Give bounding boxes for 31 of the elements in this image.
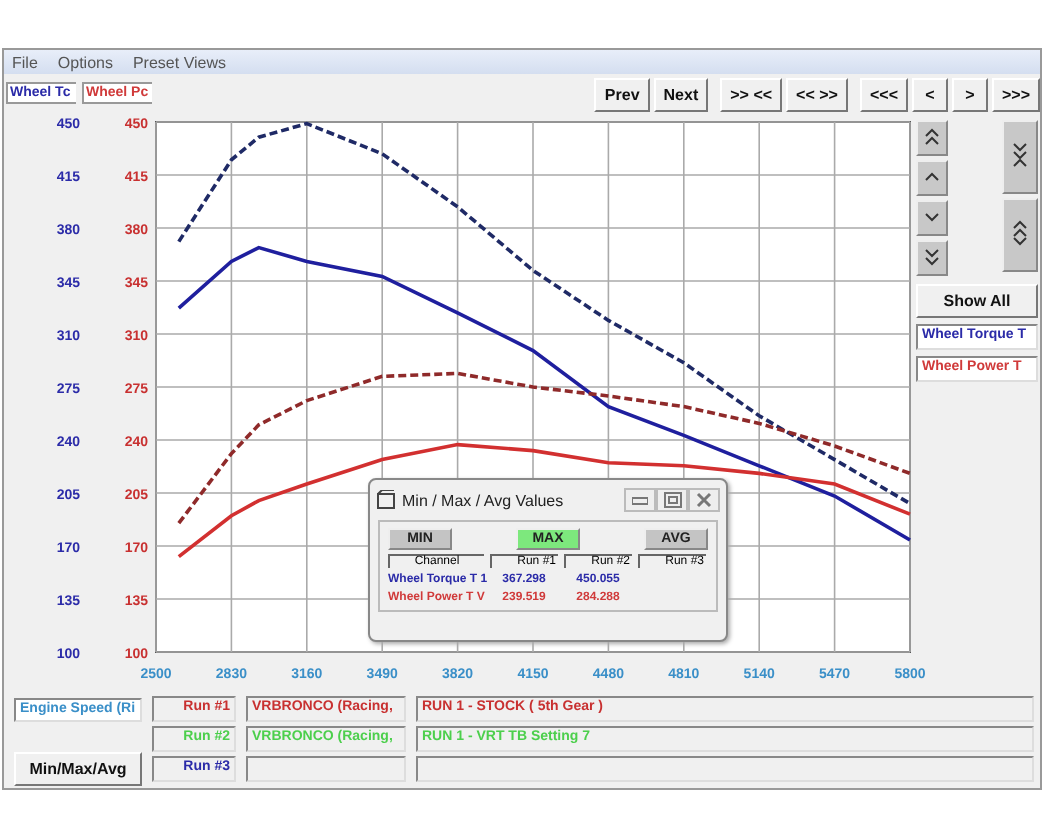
menu-item[interactable]: Options <box>57 53 113 71</box>
window-icon <box>376 490 396 510</box>
run-title-field[interactable] <box>416 756 1034 782</box>
chevron-icon <box>924 209 940 227</box>
zoom-button[interactable] <box>1002 198 1038 272</box>
min-max-avg-button[interactable]: Min/Max/Avg <box>14 752 142 786</box>
menu-item[interactable]: Preset Views <box>132 53 227 71</box>
menu-item[interactable]: File <box>12 53 38 71</box>
zoom-button[interactable] <box>1002 120 1038 194</box>
nav-button[interactable]: << >> <box>786 77 848 111</box>
vehicle-field[interactable] <box>246 756 406 782</box>
close-button[interactable] <box>688 488 720 512</box>
scroll-button[interactable] <box>916 240 948 276</box>
dialog-title: Min / Max / Avg Values <box>402 491 564 509</box>
nav-button[interactable]: Prev <box>594 77 650 111</box>
nav-button[interactable]: >>> <box>991 77 1040 111</box>
nav-button[interactable]: >> << <box>720 77 783 111</box>
minimize-button[interactable] <box>624 488 656 512</box>
maximize-icon <box>663 492 681 508</box>
scroll-button[interactable] <box>916 200 948 236</box>
minimize-icon <box>632 494 648 506</box>
scroll-button[interactable] <box>916 120 948 156</box>
nav-button[interactable]: < <box>911 77 948 111</box>
show-all-button[interactable]: Show All <box>916 284 1038 318</box>
maximize-button[interactable] <box>656 488 688 512</box>
nav-button[interactable]: > <box>951 77 988 111</box>
scroll-button[interactable] <box>916 160 948 196</box>
nav-button[interactable]: Next <box>653 77 709 111</box>
chevron-icon <box>924 245 940 271</box>
nav-button[interactable]: <<< <box>859 77 908 111</box>
close-icon <box>696 492 712 508</box>
